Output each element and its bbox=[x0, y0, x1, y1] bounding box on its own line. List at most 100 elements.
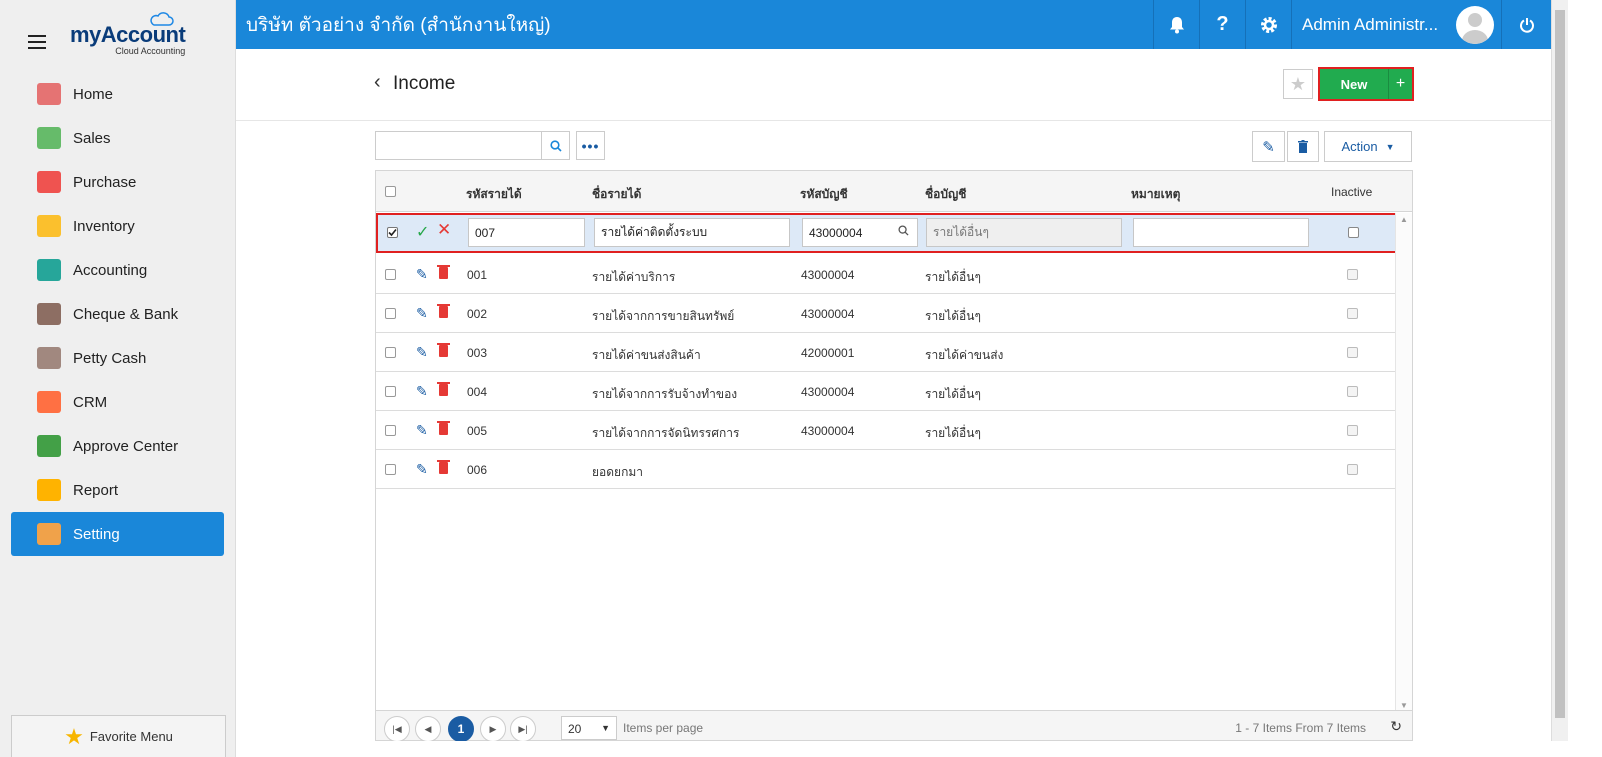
income-grid: รหัสรายได้ ชื่อรายได้ รหัสบัญชี ชื่อบัญช… bbox=[375, 170, 1413, 742]
sidebar-item-petty-cash[interactable]: Petty Cash bbox=[11, 336, 224, 380]
prev-page-icon[interactable]: ◀ bbox=[415, 716, 441, 742]
search-input[interactable] bbox=[375, 131, 542, 160]
cancel-x-icon[interactable]: ✕ bbox=[437, 220, 451, 240]
delete-trash-icon[interactable] bbox=[437, 382, 450, 396]
plus-icon[interactable]: + bbox=[1388, 69, 1412, 99]
header-name[interactable]: ชื่อรายได้ bbox=[592, 185, 641, 204]
header-inactive[interactable]: Inactive bbox=[1331, 185, 1372, 199]
refresh-icon[interactable]: ↻ bbox=[1390, 718, 1402, 735]
row-checkbox[interactable] bbox=[385, 386, 396, 397]
page-size-select[interactable]: 20 ▼ bbox=[561, 716, 617, 740]
grid-scrollbar[interactable]: ▲ ▼ bbox=[1395, 213, 1412, 712]
first-page-icon[interactable]: |◀ bbox=[384, 716, 410, 742]
table-row[interactable]: ✎ 005 รายได้จากการจัดนิทรรศการ 43000004 รายไ… bbox=[376, 411, 1395, 450]
inactive-checkbox[interactable] bbox=[1347, 308, 1358, 319]
row-checkbox[interactable] bbox=[385, 425, 396, 436]
inactive-checkbox[interactable] bbox=[1347, 386, 1358, 397]
sidebar-item-crm[interactable]: CRM bbox=[11, 380, 224, 424]
row-checkbox[interactable] bbox=[385, 308, 396, 319]
new-button[interactable]: New + bbox=[1318, 67, 1414, 101]
sidebar-item-label: Purchase bbox=[73, 173, 137, 191]
account-search-icon[interactable] bbox=[898, 225, 909, 239]
new-button-label[interactable]: New bbox=[1320, 69, 1388, 99]
confirm-check-icon[interactable]: ✓ bbox=[416, 222, 429, 242]
table-row[interactable]: ✎ 004 รายได้จากการรับจ้างทำของ 43000004 รายไ… bbox=[376, 372, 1395, 411]
cell-name: รายได้ค่าขนส่งสินค้า bbox=[592, 348, 701, 362]
page-scrollbar-thumb[interactable] bbox=[1555, 10, 1565, 718]
sidebar-item-cheque-bank[interactable]: Cheque & Bank bbox=[11, 292, 224, 336]
select-all-checkbox[interactable] bbox=[385, 186, 396, 197]
caret-down-icon: ▼ bbox=[601, 723, 610, 733]
inactive-checkbox[interactable] bbox=[1347, 347, 1358, 358]
notification-bell-icon[interactable] bbox=[1153, 0, 1199, 49]
company-name[interactable]: บริษัท ตัวอย่าง จำกัด (สำนักงานใหญ่) bbox=[236, 10, 1153, 40]
sidebar-item-home[interactable]: Home bbox=[11, 72, 224, 116]
inactive-checkbox[interactable] bbox=[1348, 227, 1359, 238]
power-icon[interactable] bbox=[1501, 0, 1551, 49]
edit-pencil-icon[interactable]: ✎ bbox=[416, 344, 428, 361]
sidebar-item-setting[interactable]: Setting bbox=[11, 512, 224, 556]
row-checkbox[interactable] bbox=[385, 269, 396, 280]
sidebar-item-report[interactable]: Report bbox=[11, 468, 224, 512]
sidebar-item-approve-center[interactable]: Approve Center bbox=[11, 424, 224, 468]
edit-pencil-icon[interactable]: ✎ bbox=[1252, 131, 1285, 162]
delete-trash-icon[interactable] bbox=[437, 265, 450, 279]
edit-row: ✓ ✕ bbox=[376, 213, 1397, 253]
pager-info: 1 - 7 Items From 7 Items bbox=[1235, 721, 1366, 735]
next-page-icon[interactable]: ▶ bbox=[480, 716, 506, 742]
edit-pencil-icon[interactable]: ✎ bbox=[416, 461, 428, 478]
cell-account-code: 43000004 bbox=[801, 385, 855, 399]
delete-trash-icon[interactable] bbox=[1287, 131, 1319, 162]
table-row[interactable]: ✎ 001 รายได้ค่าบริการ 43000004 รายได้อื่นๆ bbox=[376, 255, 1395, 294]
favorite-star-button[interactable]: ★ bbox=[1283, 69, 1313, 99]
inactive-checkbox[interactable] bbox=[1347, 464, 1358, 475]
delete-trash-icon[interactable] bbox=[437, 304, 450, 318]
row-checkbox-checked[interactable] bbox=[387, 227, 398, 238]
avatar[interactable] bbox=[1456, 5, 1495, 44]
help-icon[interactable]: ? bbox=[1199, 0, 1245, 49]
header-account-code[interactable]: รหัสบัญชี bbox=[800, 185, 848, 204]
table-row[interactable]: ✎ 002 รายได้จากการขายสินทรัพย์ 43000004 รายไ… bbox=[376, 294, 1395, 333]
edit-pencil-icon[interactable]: ✎ bbox=[416, 305, 428, 322]
hamburger-menu-icon[interactable] bbox=[28, 35, 46, 49]
topbar: บริษัท ตัวอย่าง จำกัด (สำนักงานใหญ่) ? A… bbox=[236, 0, 1551, 49]
last-page-icon[interactable]: ▶| bbox=[510, 716, 536, 742]
sidebar-item-inventory[interactable]: Inventory bbox=[11, 204, 224, 248]
name-input[interactable] bbox=[594, 218, 790, 247]
sidebar-item-purchase[interactable]: Purchase bbox=[11, 160, 224, 204]
header-note[interactable]: หมายเหตุ bbox=[1131, 185, 1180, 204]
delete-trash-icon[interactable] bbox=[437, 421, 450, 435]
scroll-down-icon[interactable]: ▼ bbox=[1400, 701, 1408, 710]
inactive-checkbox[interactable] bbox=[1347, 425, 1358, 436]
gear-icon[interactable] bbox=[1245, 0, 1291, 49]
more-options-icon[interactable]: ••• bbox=[576, 131, 605, 160]
table-row[interactable]: ✎ 003 รายได้ค่าขนส่งสินค้า 42000001 รายได้ค่… bbox=[376, 333, 1395, 372]
row-checkbox[interactable] bbox=[385, 464, 396, 475]
back-chevron-icon[interactable]: ‹ bbox=[374, 71, 381, 94]
user-menu[interactable]: Admin Administr... bbox=[1291, 0, 1501, 49]
row-checkbox[interactable] bbox=[385, 347, 396, 358]
edit-pencil-icon[interactable]: ✎ bbox=[416, 422, 428, 439]
note-input[interactable] bbox=[1133, 218, 1309, 247]
table-row[interactable]: ✎ 006 ยอดยกมา bbox=[376, 450, 1395, 489]
current-page[interactable]: 1 bbox=[448, 716, 474, 742]
logo[interactable]: myAccount Cloud Accounting bbox=[70, 12, 186, 56]
code-input[interactable] bbox=[468, 218, 585, 247]
delete-trash-icon[interactable] bbox=[437, 460, 450, 474]
cell-code: 005 bbox=[467, 424, 488, 438]
action-dropdown[interactable]: Action ▼ bbox=[1324, 131, 1412, 162]
edit-pencil-icon[interactable]: ✎ bbox=[416, 383, 428, 400]
favorite-menu-button[interactable]: ★ Favorite Menu bbox=[11, 715, 226, 757]
cell-account-name: รายได้ค่าขนส่ง bbox=[925, 348, 1004, 362]
sidebar-item-accounting[interactable]: Accounting bbox=[11, 248, 224, 292]
edit-pencil-icon[interactable]: ✎ bbox=[416, 266, 428, 283]
search-icon[interactable] bbox=[541, 131, 570, 160]
header-account-name[interactable]: ชื่อบัญชี bbox=[925, 185, 966, 204]
scroll-up-icon[interactable]: ▲ bbox=[1400, 215, 1408, 224]
inactive-checkbox[interactable] bbox=[1347, 269, 1358, 280]
sidebar-item-sales[interactable]: Sales bbox=[11, 116, 224, 160]
delete-trash-icon[interactable] bbox=[437, 343, 450, 357]
cart-icon bbox=[37, 171, 61, 193]
page-scrollbar[interactable] bbox=[1551, 0, 1568, 741]
header-code[interactable]: รหัสรายได้ bbox=[466, 185, 522, 204]
